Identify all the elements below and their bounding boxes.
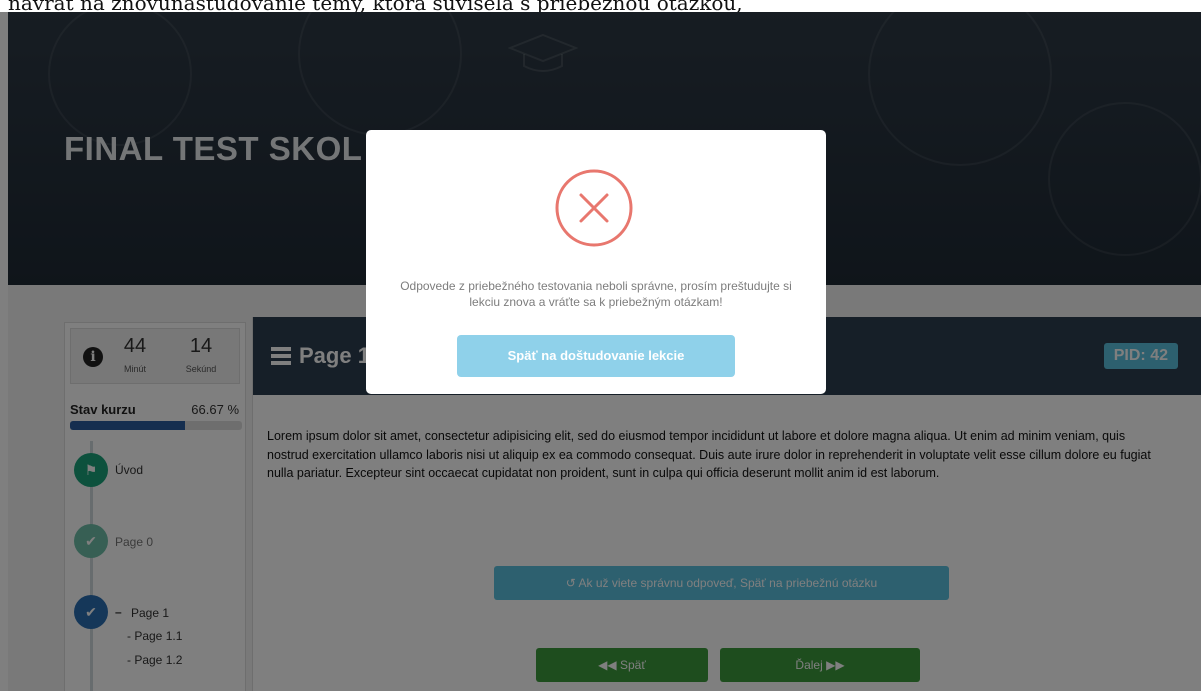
error-modal: Odpovede z priebežného testovania neboli…: [366, 130, 826, 394]
document-caption: návrat na znovunaštudovanie témy, ktorá …: [0, 0, 1201, 12]
back-to-lesson-button[interactable]: Späť na doštudovanie lekcie: [457, 335, 735, 377]
modal-message: Odpovede z priebežného testovania neboli…: [400, 279, 792, 309]
error-x-icon: [555, 169, 633, 247]
